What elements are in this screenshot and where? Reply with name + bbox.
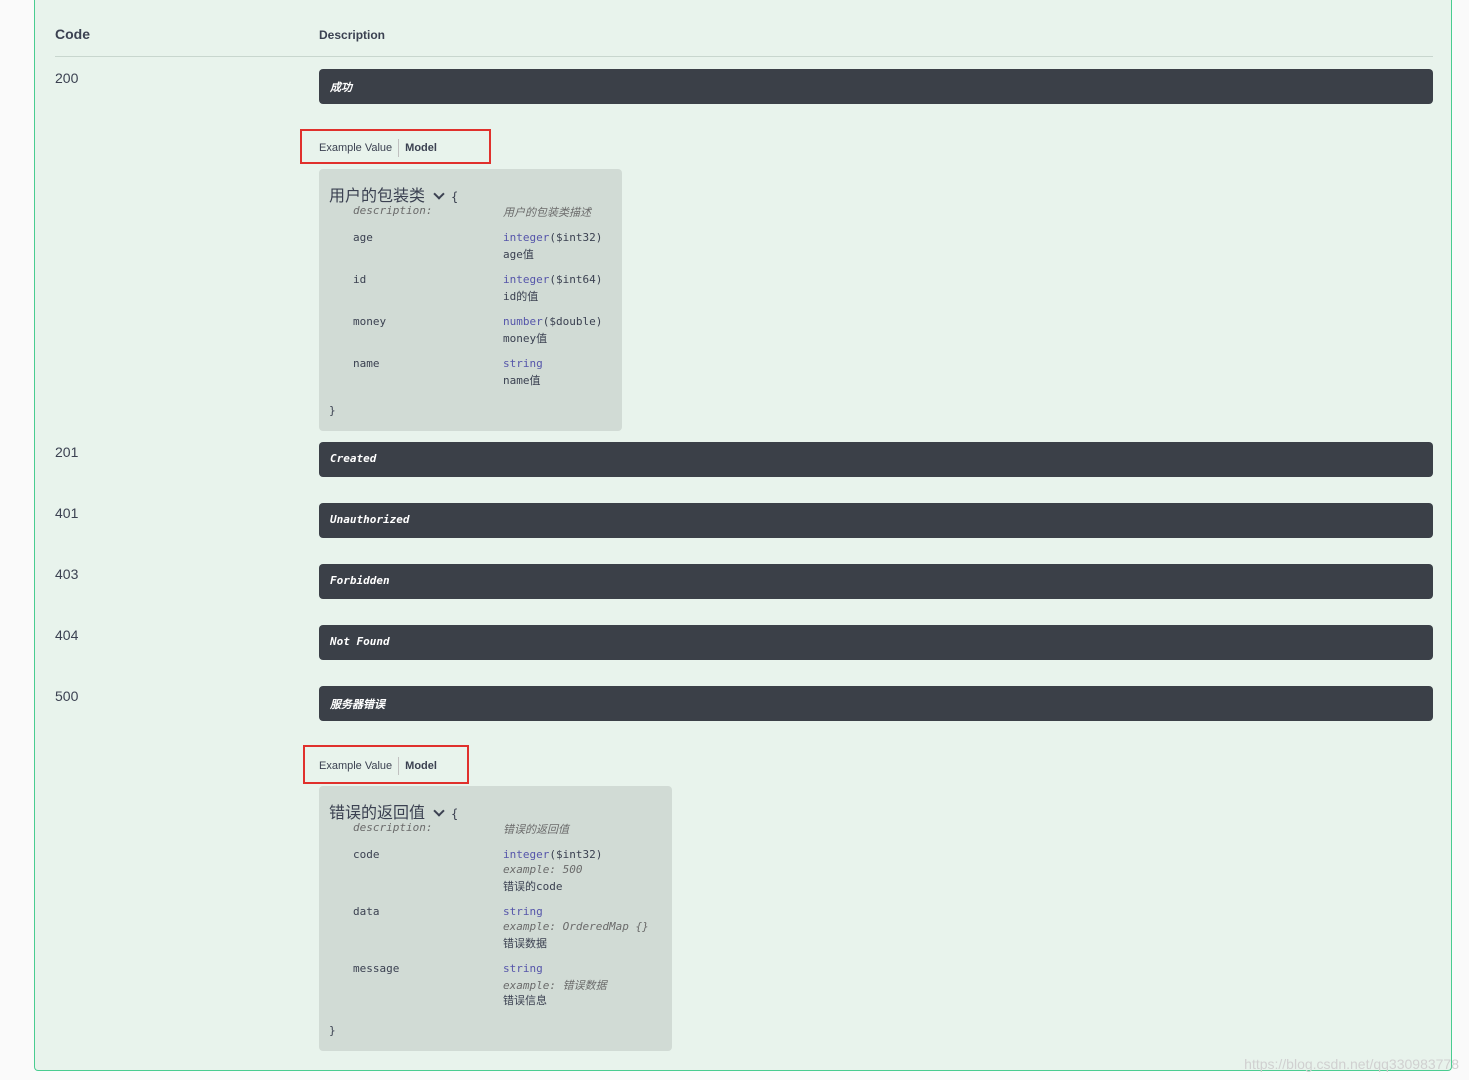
prop-type: integer($int32): [503, 231, 602, 244]
prop-type: string: [503, 962, 543, 975]
type-name: string: [503, 962, 543, 975]
example-label: example:: [503, 863, 556, 876]
prop-type: integer($int64): [503, 273, 602, 286]
type-format: ($int64): [549, 273, 603, 286]
response-description-200: 成功: [319, 69, 1433, 104]
prop-name: message: [353, 962, 400, 975]
chevron-down-icon[interactable]: [433, 805, 445, 817]
column-header-code: Code: [55, 26, 90, 42]
response-description-201: Created: [319, 442, 1433, 477]
prop-desc: id的值: [503, 290, 539, 303]
prop-desc: age值: [503, 248, 534, 261]
prop-example: example: 错误数据: [503, 977, 607, 993]
prop-type: string: [503, 905, 543, 918]
type-name: number: [503, 315, 543, 328]
prop-example: example: 500: [503, 863, 582, 876]
tab-model[interactable]: Model: [399, 142, 443, 154]
prop-name: money: [353, 315, 387, 328]
prop-type: number($double): [503, 315, 602, 328]
header-divider: [55, 56, 1433, 57]
example-model-tabs: Example Value Model: [313, 139, 443, 157]
responses-panel: Code Description 200 成功 Example Value Mod…: [34, 0, 1452, 1071]
type-format: ($int32): [549, 231, 603, 244]
response-code-200: 200: [55, 70, 79, 86]
model-name: 错误的返回值: [329, 805, 426, 822]
type-name: integer: [503, 848, 550, 861]
prop-type: string: [503, 357, 543, 370]
type-name: integer: [503, 231, 550, 244]
open-brace: {: [451, 807, 459, 821]
prop-example: example: OrderedMap {}: [503, 920, 649, 933]
close-brace: }: [329, 404, 336, 417]
response-code-500: 500: [55, 688, 79, 704]
prop-name: code: [353, 848, 380, 861]
description-value: 错误的返回值: [503, 823, 569, 836]
tab-example-value[interactable]: Example Value: [313, 760, 398, 772]
response-description-401: Unauthorized: [319, 503, 1433, 538]
response-description-500: 服务器错误: [319, 686, 1433, 721]
example-value: 500: [562, 863, 583, 876]
tab-example-value[interactable]: Example Value: [313, 142, 398, 154]
prop-name: name: [353, 357, 380, 370]
prop-desc: 错误的code: [503, 880, 563, 893]
type-format: ($int32): [549, 848, 603, 861]
chevron-down-icon[interactable]: [433, 188, 445, 200]
example-label: example:: [503, 920, 556, 933]
model-box-200: 用户的包装类 { description: 用户的包装类描述 age intege…: [319, 169, 622, 431]
model-box-500: 错误的返回值 { description: 错误的返回值 code integer…: [319, 786, 672, 1051]
prop-desc: name值: [503, 374, 541, 387]
type-format: ($double): [542, 315, 603, 328]
description-value: 用户的包装类描述: [503, 206, 591, 219]
response-code-403: 403: [55, 566, 79, 582]
model-title[interactable]: 错误的返回值 {: [329, 799, 458, 823]
type-name: string: [503, 357, 543, 370]
type-name: string: [503, 905, 543, 918]
response-description-404: Not Found: [319, 625, 1433, 660]
example-value: 错误数据: [562, 979, 607, 992]
example-label: example:: [503, 979, 556, 992]
model-title[interactable]: 用户的包装类 {: [329, 182, 458, 206]
close-brace: }: [329, 1024, 336, 1037]
response-description-403: Forbidden: [319, 564, 1433, 599]
response-code-401: 401: [55, 505, 79, 521]
model-name: 用户的包装类: [329, 188, 426, 205]
prop-type: integer($int32): [503, 848, 602, 861]
description-label: description:: [353, 204, 433, 217]
response-code-404: 404: [55, 627, 79, 643]
prop-desc: money值: [503, 332, 548, 345]
open-brace: {: [451, 190, 459, 204]
prop-name: id: [353, 273, 367, 286]
example-value: OrderedMap {}: [562, 920, 649, 933]
prop-name: age: [353, 231, 373, 244]
tab-model[interactable]: Model: [399, 760, 443, 772]
example-model-tabs: Example Value Model: [313, 757, 443, 775]
type-name: integer: [503, 273, 550, 286]
response-code-201: 201: [55, 444, 79, 460]
prop-name: data: [353, 905, 380, 918]
column-header-description: Description: [319, 28, 386, 42]
watermark: https://blog.csdn.net/qq330983778: [1244, 1056, 1459, 1072]
description-label: description:: [353, 821, 433, 834]
prop-desc: 错误数据: [503, 937, 547, 950]
prop-desc: 错误信息: [503, 994, 547, 1007]
